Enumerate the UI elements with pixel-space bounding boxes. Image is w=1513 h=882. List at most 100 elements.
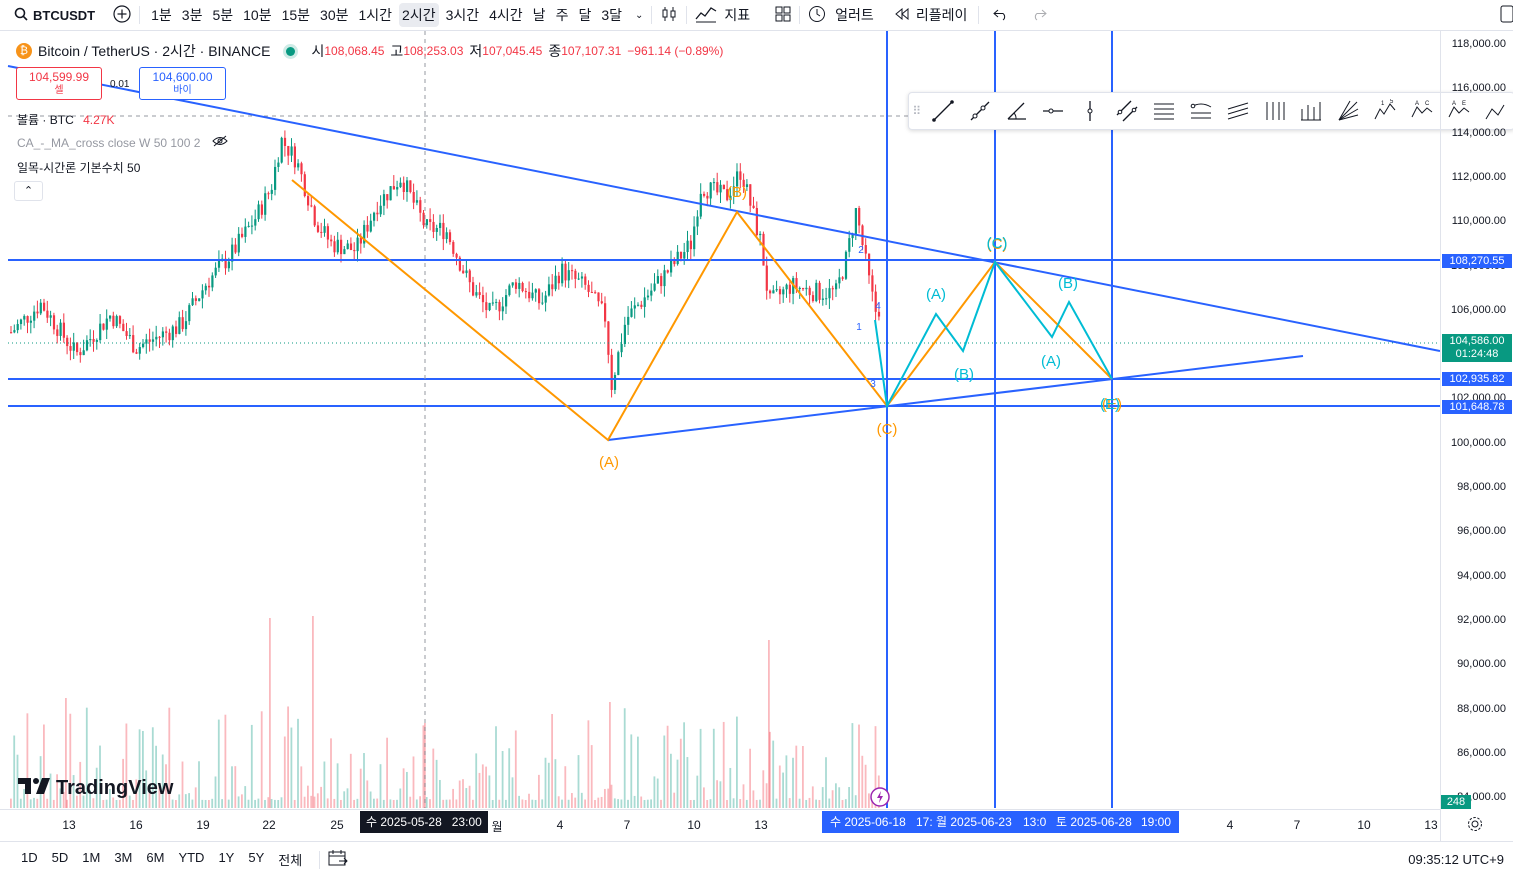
replay-button[interactable]: 리플레이 bbox=[913, 3, 971, 27]
interval-1[interactable]: 1분 bbox=[148, 3, 175, 27]
disjoint-channel-icon[interactable] bbox=[1219, 99, 1256, 123]
candle-body bbox=[26, 316, 29, 323]
range-6[interactable]: YTD bbox=[175, 850, 207, 869]
volume-bar bbox=[511, 777, 514, 808]
ma-cross-indicator[interactable]: CA_-_MA_cross close W 50 100 2 bbox=[17, 135, 228, 150]
undo-icon[interactable] bbox=[993, 7, 1009, 24]
candles bbox=[10, 130, 881, 398]
hidden-eye-icon[interactable] bbox=[212, 135, 228, 150]
candle-body bbox=[627, 316, 630, 325]
drag-handle-icon[interactable]: ⠿ bbox=[909, 104, 925, 118]
collapse-legend-button[interactable]: ⌃ bbox=[14, 181, 43, 201]
time-axis[interactable]: 13 16 19 22 25 월 4 7 10 13 4 7 10 13 수 2025-05-28 23:… bbox=[0, 809, 1482, 840]
candle-body bbox=[445, 232, 448, 240]
vertical-line-icon[interactable] bbox=[1072, 99, 1109, 123]
volume-bar bbox=[534, 799, 537, 808]
volume-bar bbox=[709, 799, 712, 808]
settings-gear-icon[interactable] bbox=[1467, 816, 1483, 835]
candle-body bbox=[254, 219, 257, 226]
range-8[interactable]: 5Y bbox=[245, 850, 267, 869]
candle-body bbox=[640, 304, 643, 307]
candle-body bbox=[102, 323, 105, 330]
indicators-button[interactable]: 지표 bbox=[721, 3, 753, 27]
candle-body bbox=[877, 311, 881, 317]
interval-2[interactable]: 3분 bbox=[179, 3, 206, 27]
interval-8[interactable]: 2시간 bbox=[399, 3, 439, 27]
fib-fan-icon[interactable] bbox=[1330, 99, 1367, 123]
volume-bar bbox=[392, 799, 395, 808]
range-4[interactable]: 3M bbox=[111, 850, 135, 869]
schiff-pitchfork-icon[interactable] bbox=[1293, 99, 1330, 123]
replay-icon[interactable] bbox=[895, 7, 909, 23]
ichimoku-indicator[interactable]: 일목-시간론 기본수치 50 bbox=[17, 159, 140, 176]
interval-14[interactable]: 3달 bbox=[598, 3, 625, 27]
pitchfork-icon[interactable] bbox=[1256, 99, 1293, 123]
interval-3[interactable]: 5분 bbox=[209, 3, 236, 27]
volume-bar bbox=[660, 799, 662, 808]
tradingview-watermark[interactable]: TradingView bbox=[18, 776, 173, 801]
sell-button[interactable]: 104,599.99 셀 bbox=[16, 67, 102, 100]
volume-bar bbox=[468, 785, 471, 808]
add-symbol-icon[interactable] bbox=[113, 4, 131, 26]
lightning-icon[interactable] bbox=[870, 787, 890, 812]
trend-line-icon[interactable] bbox=[925, 99, 962, 123]
wave-label: (A) bbox=[599, 454, 619, 471]
candle-style-icon[interactable] bbox=[660, 5, 678, 26]
buy-button[interactable]: 104,600.00 바이 bbox=[139, 67, 226, 100]
layout-icon[interactable] bbox=[775, 6, 791, 25]
range-1[interactable]: 1D bbox=[18, 850, 41, 869]
candle-body bbox=[406, 180, 409, 192]
regression-channel-icon[interactable] bbox=[1146, 99, 1183, 123]
ray-icon[interactable] bbox=[961, 99, 998, 123]
redo-icon[interactable] bbox=[1031, 7, 1048, 24]
candle-body bbox=[142, 343, 145, 348]
search-icon[interactable] bbox=[14, 7, 28, 24]
volume-bar bbox=[382, 799, 385, 808]
clock-display[interactable]: 09:35:12 UTC+9 bbox=[1408, 852, 1504, 867]
candle-body bbox=[36, 311, 39, 314]
parallel-channel-icon[interactable] bbox=[1109, 99, 1146, 123]
range-5[interactable]: 6M bbox=[143, 850, 167, 869]
interval-11[interactable]: 날 bbox=[530, 3, 549, 27]
alert-button[interactable]: 얼러트 bbox=[832, 3, 877, 27]
legend-title[interactable]: Bitcoin / TetherUS · 2시간 · BINANCE bbox=[38, 41, 270, 61]
range-9[interactable]: 전체 bbox=[275, 850, 305, 869]
candle-body bbox=[429, 219, 432, 222]
interval-6[interactable]: 30분 bbox=[317, 3, 351, 27]
price-axis[interactable]: 118,000.00 116,000.00 114,000.00 112,000.00… bbox=[1440, 31, 1513, 841]
volume-bar bbox=[270, 799, 273, 808]
range-7[interactable]: 1Y bbox=[215, 850, 237, 869]
interval-4[interactable]: 10분 bbox=[240, 3, 274, 27]
goto-date-icon[interactable] bbox=[328, 849, 348, 870]
candle-body bbox=[775, 289, 778, 291]
volume-bar bbox=[551, 714, 553, 808]
interval-5[interactable]: 15분 bbox=[279, 3, 313, 27]
interval-9[interactable]: 3시간 bbox=[443, 3, 483, 27]
elliott-triangle-icon[interactable]: AC bbox=[1403, 99, 1440, 123]
symbol-name[interactable]: BTCUSDT bbox=[33, 8, 95, 23]
interval-12[interactable]: 주 bbox=[553, 3, 572, 27]
volume-bar bbox=[376, 798, 379, 808]
interval-dropdown-icon[interactable]: ⌄ bbox=[635, 10, 643, 21]
indicators-icon[interactable] bbox=[695, 5, 717, 26]
volume-bar bbox=[663, 735, 666, 808]
range-2[interactable]: 5D bbox=[49, 850, 72, 869]
candle-body bbox=[158, 336, 161, 338]
interval-13[interactable]: 달 bbox=[575, 3, 594, 27]
horizontal-ray-icon[interactable] bbox=[1035, 99, 1072, 123]
candle-body bbox=[340, 239, 343, 255]
candle-body bbox=[115, 316, 118, 327]
alert-icon[interactable] bbox=[808, 5, 826, 26]
volume-bar bbox=[587, 720, 590, 808]
trend-angle-icon[interactable] bbox=[998, 99, 1035, 123]
interval-10[interactable]: 4시간 bbox=[486, 3, 526, 27]
elliott-impulse-icon[interactable]: 15 bbox=[1367, 99, 1404, 123]
open-key: 시 bbox=[311, 43, 325, 59]
volume-indicator[interactable]: 볼륨 · BTC 4.27K bbox=[17, 111, 114, 128]
fullscreen-icon[interactable] bbox=[1500, 5, 1513, 26]
interval-7[interactable]: 1시간 bbox=[355, 3, 395, 27]
volume-bar bbox=[610, 784, 613, 808]
flat-top-bottom-icon[interactable] bbox=[1182, 99, 1219, 123]
volume-bar bbox=[633, 795, 636, 808]
range-3[interactable]: 1M bbox=[79, 850, 103, 869]
